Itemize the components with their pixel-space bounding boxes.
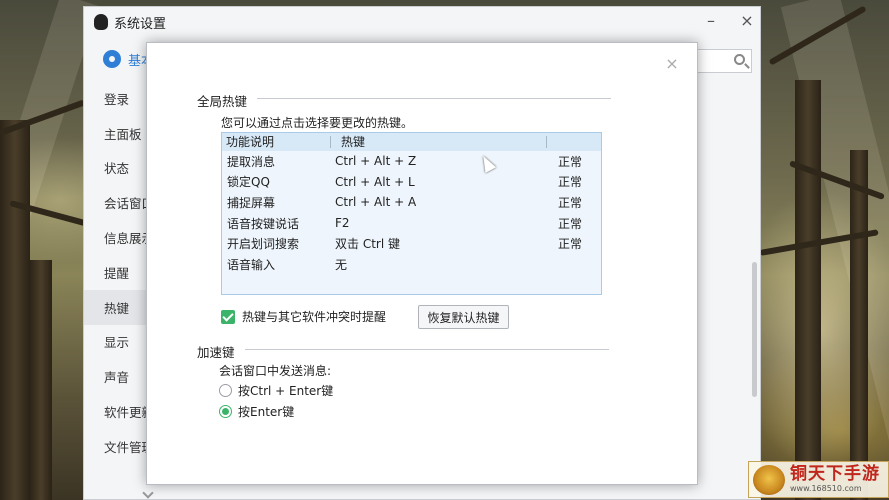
gear-icon xyxy=(103,50,121,68)
table-row[interactable]: 开启划词搜索 双击 Ctrl 键 正常 xyxy=(222,233,601,254)
row-hotkey: Ctrl + Alt + Z xyxy=(335,154,417,169)
window-title: 系统设置 xyxy=(114,16,167,32)
close-icon[interactable]: × xyxy=(665,56,679,72)
restore-default-hotkeys-button[interactable]: 恢复默认热键 xyxy=(418,305,509,329)
sidebar-item-main-panel[interactable]: 主面板 xyxy=(84,116,148,151)
send-option-ctrl-enter[interactable]: 按Ctrl + Enter键 xyxy=(219,382,333,399)
close-window-icon[interactable]: × xyxy=(738,11,756,30)
row-status: 正常 xyxy=(558,237,583,252)
radio-ctrl-enter-label: 按Ctrl + Enter键 xyxy=(238,384,334,398)
table-row[interactable]: 捕捉屏幕 Ctrl + Alt + A 正常 xyxy=(222,192,601,213)
tab-basic[interactable]: 基本 xyxy=(84,47,154,71)
minimize-icon[interactable]: – xyxy=(702,11,720,30)
hotkey-settings-panel: × 全局热键 您可以通过点击选择要更改的热键。 功能说明 热键 提取消息 Ctr… xyxy=(146,42,698,485)
site-watermark: 铜天下手游 www.168510.com xyxy=(748,461,889,498)
hotkey-table: 功能说明 热键 提取消息 Ctrl + Alt + Z 正常 锁定QQ Ctrl… xyxy=(221,132,602,295)
row-function: 开启划词搜索 xyxy=(227,237,300,252)
radio-enter[interactable] xyxy=(219,405,232,418)
sidebar-item-file-management[interactable]: 文件管理 xyxy=(84,429,148,464)
sidebar-item-info-display[interactable]: 信息展示 xyxy=(84,220,148,255)
global-hotkeys-title: 全局热键 xyxy=(197,94,248,109)
radio-ctrl-enter[interactable] xyxy=(219,384,232,397)
divider xyxy=(257,98,611,99)
row-status: 正常 xyxy=(558,216,583,231)
row-function: 语音输入 xyxy=(227,257,276,272)
sidebar-item-hotkeys[interactable]: 热键 xyxy=(84,289,148,325)
sidebar-item-login[interactable]: 登录 xyxy=(84,81,148,116)
row-function: 提取消息 xyxy=(227,154,276,169)
sidebar-item-display[interactable]: 显示 xyxy=(84,325,148,360)
sidebar-item-software-update[interactable]: 软件更新 xyxy=(84,394,148,429)
row-function: 语音按键说话 xyxy=(227,216,300,231)
search-icon[interactable] xyxy=(734,54,745,65)
sidebar-item-status[interactable]: 状态 xyxy=(84,151,148,186)
row-hotkey: 无 xyxy=(335,257,348,272)
table-row[interactable]: 提取消息 Ctrl + Alt + Z 正常 xyxy=(222,151,601,172)
table-row[interactable]: 语音输入 无 xyxy=(222,254,601,275)
row-status: 正常 xyxy=(558,154,583,169)
row-status: 正常 xyxy=(558,175,583,190)
table-header: 功能说明 热键 xyxy=(222,133,601,151)
sidebar-item-sound[interactable]: 声音 xyxy=(84,359,148,394)
column-function[interactable]: 功能说明 xyxy=(222,136,331,148)
radio-enter-label: 按Enter键 xyxy=(238,405,295,419)
table-row[interactable]: 语音按键说话 F2 正常 xyxy=(222,213,601,234)
accelerator-keys-title: 加速键 xyxy=(197,345,235,360)
title-bar[interactable]: 系统设置 xyxy=(84,7,760,37)
hotkey-hint: 您可以通过点击选择要更改的热键。 xyxy=(221,116,414,130)
sidebar-item-reminder[interactable]: 提醒 xyxy=(84,255,148,290)
conflict-checkbox-label: 热键与其它软件冲突时提醒 xyxy=(242,310,387,324)
watermark-brand: 铜天下手游 xyxy=(790,464,880,484)
sidebar: 登录 主面板 状态 会话窗口 信息展示 提醒 热键 显示 声音 软件更新 文件管… xyxy=(84,81,148,464)
row-hotkey: Ctrl + Alt + A xyxy=(335,195,417,210)
row-function: 锁定QQ xyxy=(227,175,270,190)
row-hotkey: 双击 Ctrl 键 xyxy=(335,237,400,252)
sidebar-item-chat-window[interactable]: 会话窗口 xyxy=(84,185,148,220)
scrollbar[interactable] xyxy=(752,262,757,397)
chevron-down-icon[interactable] xyxy=(142,487,154,499)
search-input[interactable] xyxy=(692,49,752,73)
watermark-url: www.168510.com xyxy=(790,484,862,493)
conflict-reminder-option[interactable]: 热键与其它软件冲突时提醒 xyxy=(221,308,386,325)
column-hotkey[interactable]: 热键 xyxy=(331,136,547,148)
send-message-label: 会话窗口中发送消息: xyxy=(219,364,332,378)
divider xyxy=(245,349,609,350)
qq-penguin-icon xyxy=(94,14,108,30)
row-hotkey: Ctrl + Alt + L xyxy=(335,174,415,189)
row-function: 捕捉屏幕 xyxy=(227,195,276,210)
row-status: 正常 xyxy=(558,195,583,210)
conflict-checkbox[interactable] xyxy=(221,309,235,324)
coin-logo-icon xyxy=(753,464,785,495)
send-option-enter[interactable]: 按Enter键 xyxy=(219,403,294,420)
table-row[interactable]: 锁定QQ Ctrl + Alt + L 正常 xyxy=(222,172,601,193)
row-hotkey: F2 xyxy=(335,216,350,231)
